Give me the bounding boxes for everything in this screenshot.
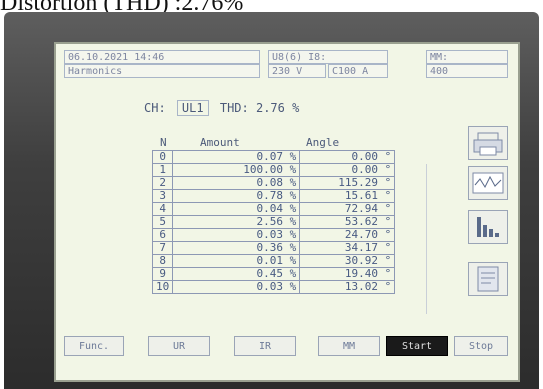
datetime-field: 06.10.2021 14:46	[64, 50, 260, 64]
ir-button[interactable]: IR	[234, 336, 296, 356]
harmonic-order: 0	[151, 150, 174, 164]
bar-chart-icon[interactable]	[468, 210, 508, 244]
table-row: 1 100.00 % 0.00 °	[151, 163, 396, 177]
table-row: 7 0.36 % 34.17 °	[151, 241, 396, 255]
harmonic-amount: 0.03 %	[172, 228, 301, 242]
current-range[interactable]: C100 A	[328, 64, 388, 78]
divider	[426, 164, 427, 314]
harmonic-amount: 0.03 %	[172, 280, 301, 294]
func-button[interactable]: Func.	[64, 336, 124, 356]
stop-button[interactable]: Stop	[454, 336, 508, 356]
harmonic-amount: 2.56 %	[172, 215, 301, 229]
harmonic-order: 9	[151, 267, 174, 281]
range-label: U8(6) I8:	[268, 50, 388, 64]
mm-value: 400	[426, 64, 508, 78]
harmonic-order: 1	[151, 163, 174, 177]
harmonic-amount: 0.04 %	[172, 202, 301, 216]
device-screen: 06.10.2021 14:46 Harmonics U8(6) I8: 230…	[54, 42, 520, 382]
mm-label: MM:	[426, 50, 508, 64]
column-header-angle: Angle	[306, 136, 340, 149]
table-row: 6 0.03 % 24.70 °	[151, 228, 396, 242]
harmonic-order: 2	[151, 176, 174, 190]
thd-value: 2.76 %	[255, 101, 300, 115]
harmonic-angle: 15.61 °	[299, 189, 396, 203]
harmonic-amount: 0.08 %	[172, 176, 301, 190]
scope-icon[interactable]	[468, 166, 508, 200]
harmonic-angle: 0.00 °	[299, 163, 396, 177]
harmonic-amount: 0.36 %	[172, 241, 301, 255]
ur-button[interactable]: UR	[148, 336, 210, 356]
harmonic-order: 6	[151, 228, 174, 242]
column-header-n: N	[160, 136, 167, 149]
table-row: 5 2.56 % 53.62 °	[151, 215, 396, 229]
table-row: 9 0.45 % 19.40 °	[151, 267, 396, 281]
harmonic-order: 4	[151, 202, 174, 216]
harmonic-amount: 0.45 %	[172, 267, 301, 281]
voltage-range[interactable]: 230 V	[268, 64, 326, 78]
harmonic-amount: 0.78 %	[172, 189, 301, 203]
harmonic-angle: 34.17 °	[299, 241, 396, 255]
channel-label: CH:	[144, 101, 166, 115]
harmonic-angle: 30.92 °	[299, 254, 396, 268]
start-button[interactable]: Start	[386, 336, 448, 356]
table-row: 8 0.01 % 30.92 °	[151, 254, 396, 268]
harmonic-order: 7	[151, 241, 174, 255]
table-row: 3 0.78 % 15.61 °	[151, 189, 396, 203]
column-header-amount: Amount	[200, 136, 240, 149]
harmonic-angle: 19.40 °	[299, 267, 396, 281]
harmonics-table: 0 0.07 % 0.00 ° 1 100.00 % 0.00 ° 2 0.08 % 115.2…	[151, 150, 396, 294]
table-row: 10 0.03 % 13.02 °	[151, 280, 396, 294]
harmonic-angle: 53.62 °	[299, 215, 396, 229]
harmonic-order: 3	[151, 189, 174, 203]
harmonic-order: 5	[151, 215, 174, 229]
harmonic-amount: 100.00 %	[172, 163, 301, 177]
harmonic-angle: 24.70 °	[299, 228, 396, 242]
table-row: 4 0.04 % 72.94 °	[151, 202, 396, 216]
thd-label: THD:	[219, 101, 249, 115]
harmonic-amount: 0.01 %	[172, 254, 301, 268]
harmonic-angle: 0.00 °	[299, 150, 396, 164]
harmonic-angle: 115.29 °	[299, 176, 396, 190]
table-row: 2 0.08 % 115.29 °	[151, 176, 396, 190]
harmonic-amount: 0.07 %	[172, 150, 301, 164]
mode-field: Harmonics	[64, 64, 260, 78]
harmonic-angle: 13.02 °	[299, 280, 396, 294]
channel-select[interactable]: UL1	[176, 100, 209, 116]
memory-icon[interactable]	[468, 262, 508, 296]
mm-button[interactable]: MM	[318, 336, 380, 356]
harmonic-angle: 72.94 °	[299, 202, 396, 216]
channel-line: CH: UL1 THD: 2.76 %	[144, 100, 299, 116]
printer-icon[interactable]	[468, 126, 508, 160]
harmonic-order: 8	[151, 254, 174, 268]
harmonic-order: 10	[151, 280, 174, 294]
device-bezel: 06.10.2021 14:46 Harmonics U8(6) I8: 230…	[4, 12, 539, 389]
table-row: 0 0.07 % 0.00 °	[151, 150, 396, 164]
